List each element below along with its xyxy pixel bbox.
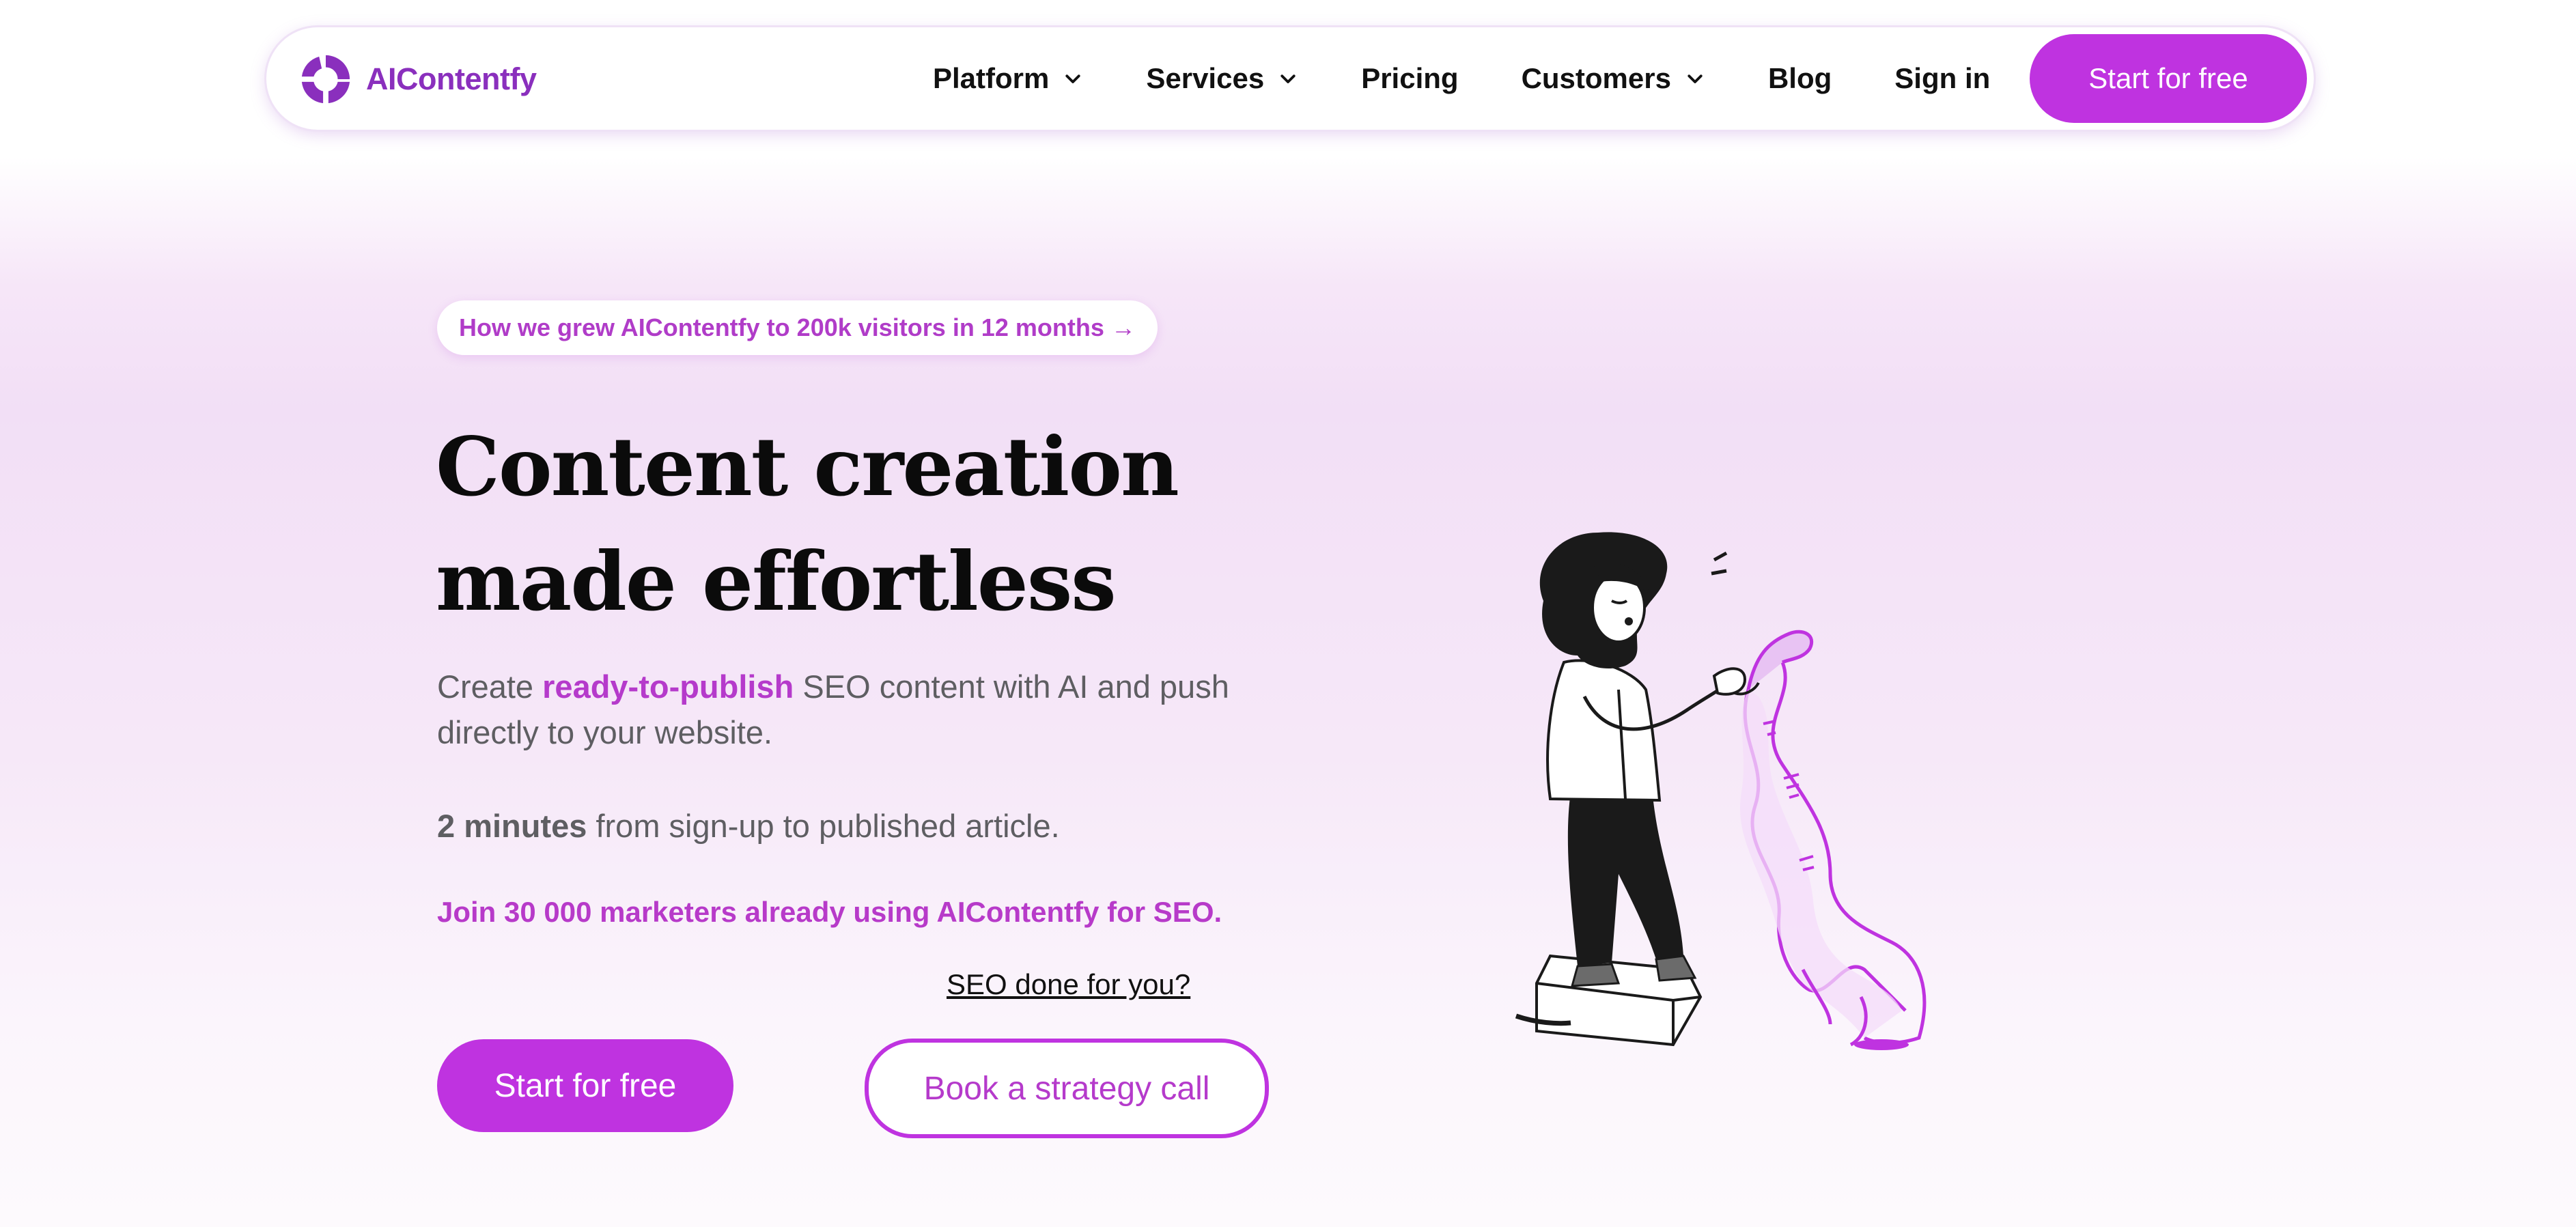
subtitle-text-start: Create [437,668,543,705]
logo-mark-icon [301,55,350,104]
nav-item-customers[interactable]: Customers [1522,62,1705,95]
nav-item-label: Blog [1767,62,1832,94]
chevron-down-icon [1280,74,1296,83]
brand-name: AIContentfy [366,61,537,96]
nav-item-blog[interactable]: Blog [1768,62,1832,95]
hero-subtitle: Create ready-to-publish SEO content with… [437,664,1325,755]
nav-item-label: Sign in [1894,62,1991,94]
nav-item-label: Customers [1521,62,1671,94]
chevron-down-icon [1688,74,1703,83]
woman-reading-scroll-illustration [1515,532,1927,1050]
nav-item-label: Platform [933,62,1050,94]
nav-start-free-button[interactable]: Start for free [2030,34,2307,123]
nav-item-services[interactable]: Services [1146,62,1298,95]
announcement-pill-link[interactable]: How we grew AIContentfy to 200k visitors… [437,300,1158,355]
start-free-button[interactable]: Start for free [437,1039,733,1132]
nav-item-label: Services [1146,62,1265,94]
hero-title: Content creation made effortless [436,419,1179,629]
brand-logo[interactable]: AIContentfy [299,53,537,106]
stat-bold: 2 minutes [437,808,587,844]
nav-item-sign-in[interactable]: Sign in [1894,62,1990,95]
top-navbar: AIContentfy Platform Services Pricing Cu… [266,27,2314,130]
book-strategy-call-button[interactable]: Book a strategy call [865,1039,1269,1138]
chevron-down-icon [1065,74,1080,83]
nav-item-label: Pricing [1361,62,1459,94]
stat-rest: from sign-up to published article. [587,808,1060,844]
hero-stat: 2 minutes from sign-up to published arti… [437,803,1060,849]
subtitle-highlight: ready-to-publish [542,668,794,705]
social-proof-text: Join 30 000 marketers already using AICo… [437,896,1222,928]
seo-done-for-you-link[interactable]: SEO done for you? [947,968,1190,1001]
nav-item-pricing[interactable]: Pricing [1361,62,1458,95]
nav-item-platform[interactable]: Platform [933,62,1083,95]
main-menu: Platform Services Pricing Customers Blog… [933,27,1990,130]
